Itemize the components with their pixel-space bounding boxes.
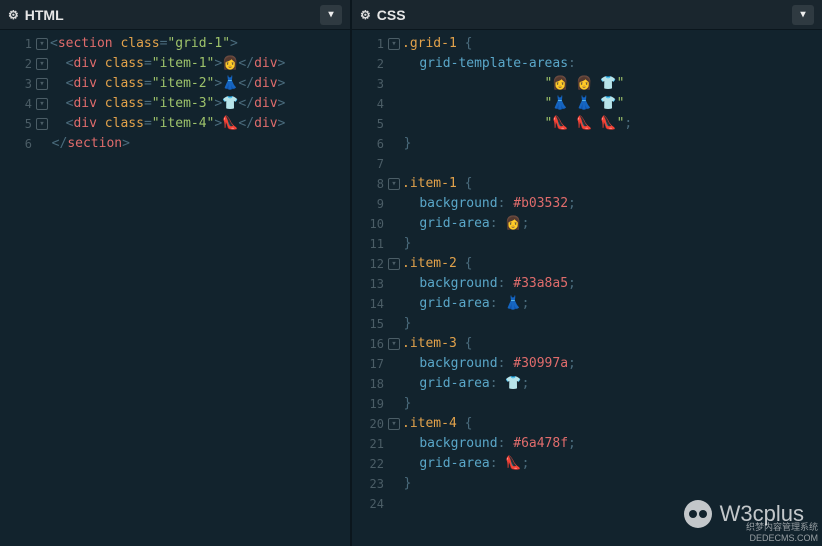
wechat-icon [684, 500, 712, 528]
gear-icon[interactable]: ⚙ [8, 8, 19, 22]
chevron-down-icon[interactable]: ▾ [792, 5, 814, 25]
html-editor[interactable]: 123456 ▾<section class="grid-1">▾ <div c… [0, 30, 350, 546]
css-pane-title: CSS [377, 7, 792, 23]
corner-credit: 织梦内容管理系统 DEDECMS.COM [746, 522, 818, 544]
css-code[interactable]: ▾.grid-1 { grid-template-areas: "👩 👩 👕" … [386, 34, 822, 546]
chevron-down-icon[interactable]: ▾ [320, 5, 342, 25]
gear-icon[interactable]: ⚙ [360, 8, 371, 22]
css-editor[interactable]: 123456789101112131415161718192021222324 … [352, 30, 822, 546]
html-pane: ⚙ HTML ▾ 123456 ▾<section class="grid-1"… [0, 0, 352, 546]
css-gutter: 123456789101112131415161718192021222324 [352, 34, 386, 546]
html-pane-title: HTML [25, 7, 320, 23]
html-code[interactable]: ▾<section class="grid-1">▾ <div class="i… [34, 34, 350, 546]
css-pane: ⚙ CSS ▾ 12345678910111213141516171819202… [352, 0, 822, 546]
html-pane-header: ⚙ HTML ▾ [0, 0, 350, 30]
html-gutter: 123456 [0, 34, 34, 546]
css-pane-header: ⚙ CSS ▾ [352, 0, 822, 30]
